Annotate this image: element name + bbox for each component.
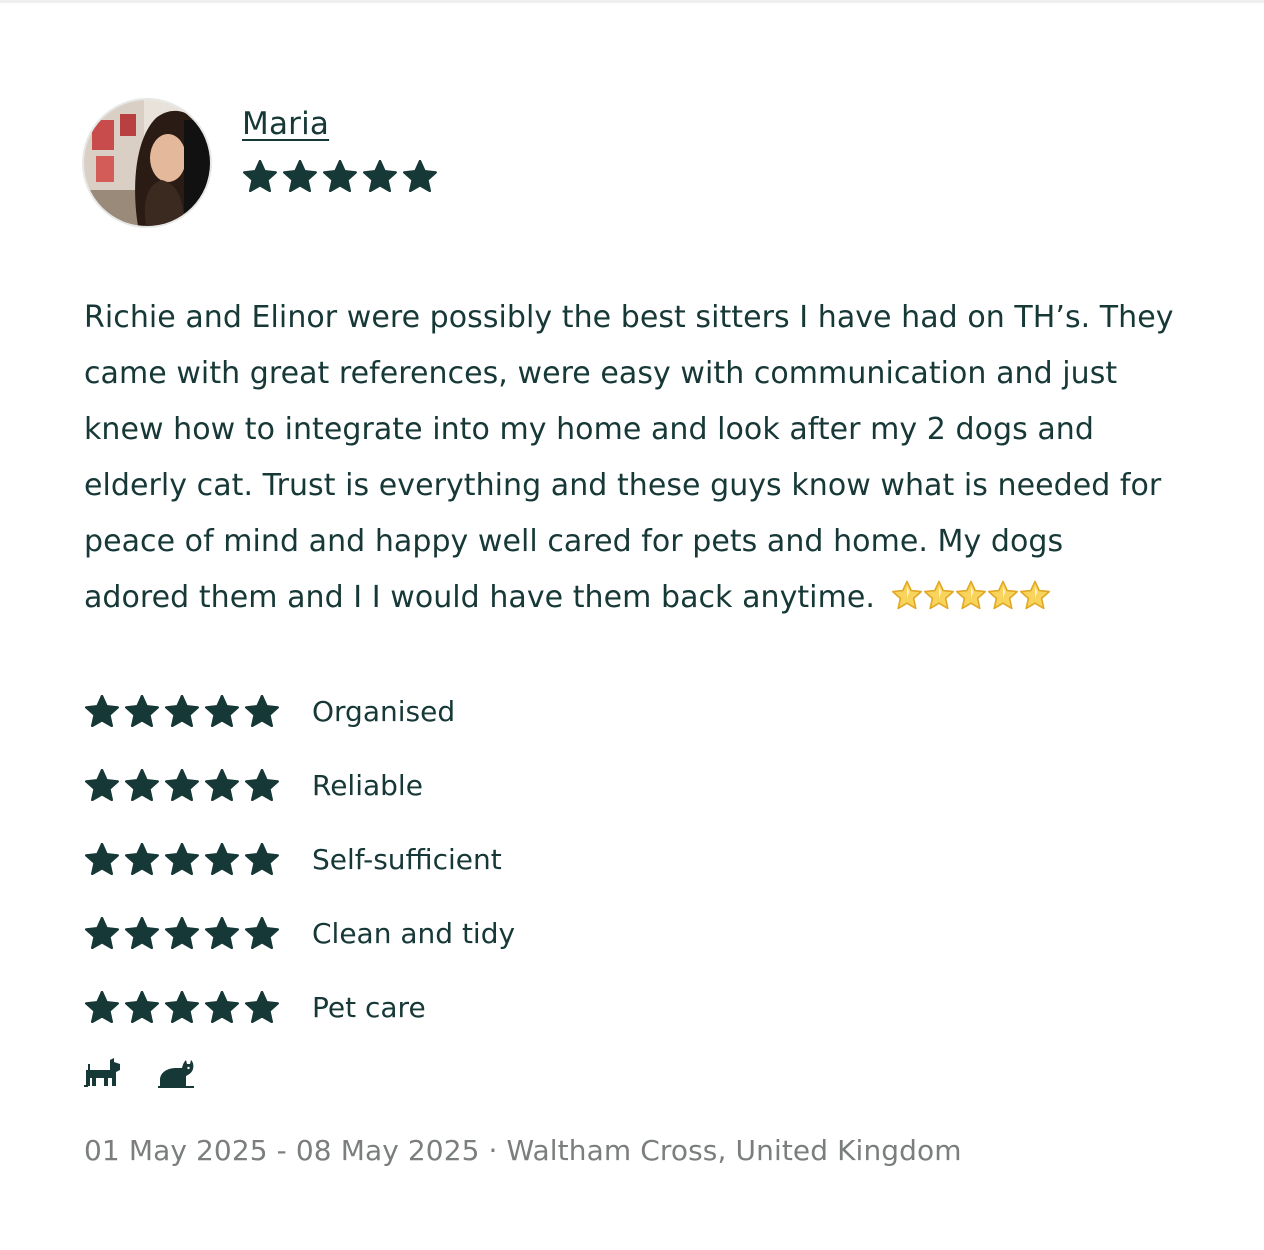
star-icon	[245, 991, 279, 1023]
top-divider	[0, 0, 1264, 3]
star-icon	[403, 160, 437, 192]
star-icon	[165, 843, 199, 875]
star-icon	[165, 917, 199, 949]
star-icon	[245, 695, 279, 727]
emoji-star-icon	[1019, 580, 1050, 610]
rating-row: Self-sufficient	[84, 822, 1184, 896]
emoji-star-icon	[987, 580, 1018, 610]
emoji-star-icon	[923, 580, 954, 610]
star-icon	[85, 769, 119, 801]
emoji-star-icon	[891, 580, 922, 610]
star-icon	[205, 917, 239, 949]
star-icon	[85, 991, 119, 1023]
star-icon	[205, 695, 239, 727]
star-icon	[245, 917, 279, 949]
overall-rating-stars	[242, 160, 438, 192]
star-icon	[85, 843, 119, 875]
star-icon	[245, 769, 279, 801]
star-icon	[243, 160, 277, 192]
rating-stars	[84, 843, 280, 875]
pets-list	[84, 1056, 1184, 1088]
rating-stars	[84, 695, 280, 727]
star-icon	[125, 843, 159, 875]
review-card: Maria Richie and Elinor were possibly th…	[82, 98, 1184, 1167]
star-icon	[323, 160, 357, 192]
cat-icon	[158, 1060, 194, 1088]
dog-icon	[84, 1058, 120, 1087]
rating-label: Pet care	[312, 990, 426, 1024]
rating-label: Clean and tidy	[312, 916, 516, 950]
review-body: Richie and Elinor were possibly the best…	[84, 290, 1174, 626]
review-text: Richie and Elinor were possibly the best…	[84, 300, 1174, 615]
star-icon	[125, 917, 159, 949]
star-icon	[165, 991, 199, 1023]
rating-stars	[84, 917, 280, 949]
rating-stars	[84, 769, 280, 801]
reviewer-info: Maria	[242, 98, 438, 192]
star-icon	[205, 769, 239, 801]
star-icon	[283, 160, 317, 192]
avatar[interactable]	[82, 98, 212, 228]
rating-row: Clean and tidy	[84, 896, 1184, 970]
reviewer-name-link[interactable]: Maria	[242, 106, 438, 142]
star-icon	[125, 695, 159, 727]
star-icon	[125, 991, 159, 1023]
star-icon	[125, 769, 159, 801]
star-icon	[165, 769, 199, 801]
review-header: Maria	[82, 98, 1184, 228]
emoji-star-icon	[955, 580, 986, 610]
rating-stars	[84, 991, 280, 1023]
star-icon	[85, 695, 119, 727]
category-ratings: Organised Reliable Self-sufficient Clean an…	[84, 674, 1184, 1044]
rating-row: Organised	[84, 674, 1184, 748]
rating-label: Organised	[312, 694, 456, 728]
star-icon	[165, 695, 199, 727]
rating-row: Reliable	[84, 748, 1184, 822]
star-icon	[205, 991, 239, 1023]
star-icon	[205, 843, 239, 875]
stay-details: 01 May 2025 - 08 May 2025 · Waltham Cros…	[84, 1134, 962, 1167]
star-icon	[363, 160, 397, 192]
emoji-star-rating	[891, 580, 1051, 611]
rating-label: Reliable	[312, 768, 423, 802]
rating-row: Pet care	[84, 970, 1184, 1044]
rating-label: Self-sufficient	[312, 842, 502, 876]
star-icon	[245, 843, 279, 875]
star-icon	[85, 917, 119, 949]
